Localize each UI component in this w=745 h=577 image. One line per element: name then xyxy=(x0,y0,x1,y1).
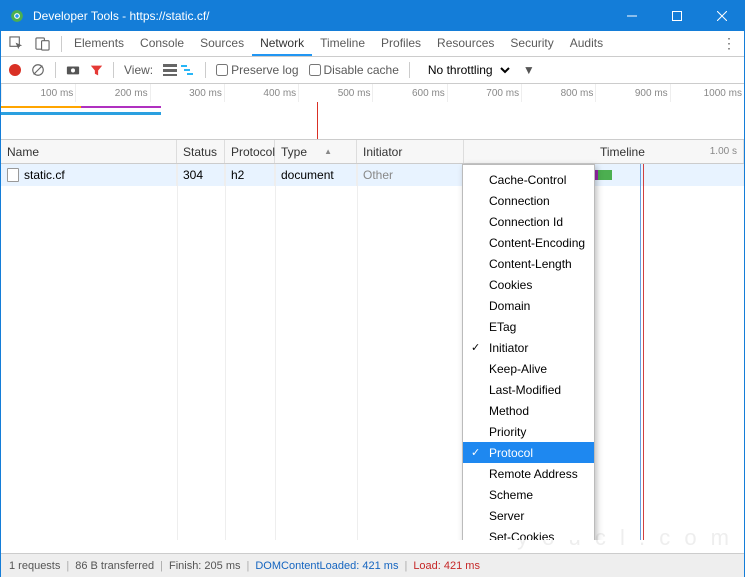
divider xyxy=(113,62,114,78)
tab-network[interactable]: Network xyxy=(252,31,312,56)
divider xyxy=(61,36,62,52)
tab-sources[interactable]: Sources xyxy=(192,31,252,56)
column-type[interactable]: Type xyxy=(275,140,357,163)
capture-screenshot-icon[interactable] xyxy=(66,64,80,76)
menu-item-keep-alive[interactable]: Keep-Alive xyxy=(463,358,594,379)
timeline-bar xyxy=(81,106,161,108)
preserve-log-checkbox[interactable]: Preserve log xyxy=(216,63,298,77)
tab-timeline[interactable]: Timeline xyxy=(312,31,373,56)
more-menu-icon[interactable]: ⋮ xyxy=(720,35,738,52)
window-title: Developer Tools - https://static.cf/ xyxy=(33,9,609,23)
cell-type: document xyxy=(275,164,357,186)
timeline-tick: 400 ms xyxy=(224,84,298,102)
timeline-bar xyxy=(1,112,161,115)
column-name[interactable]: Name xyxy=(1,140,177,163)
column-context-menu: Cache-ControlConnectionConnection IdCont… xyxy=(462,164,595,540)
status-transferred: 86 B transferred xyxy=(75,560,154,572)
load-marker xyxy=(317,102,318,139)
menu-item-priority[interactable]: Priority xyxy=(463,421,594,442)
timeline-header-label: Timeline xyxy=(600,145,645,159)
requests-table: Name Status Protocol Type Initiator Time… xyxy=(1,140,744,540)
table-row[interactable]: static.cf 304 h2 document Other xyxy=(1,164,744,186)
cell-status: 304 xyxy=(177,164,225,186)
clear-icon[interactable] xyxy=(31,63,45,77)
tab-audits[interactable]: Audits xyxy=(562,31,611,56)
tab-container: ElementsConsoleSourcesNetworkTimelinePro… xyxy=(66,31,611,56)
toggle-device-icon[interactable] xyxy=(33,35,51,53)
column-status[interactable]: Status xyxy=(177,140,225,163)
minimize-button[interactable] xyxy=(609,1,654,31)
timeline-overview[interactable]: 100 ms200 ms300 ms400 ms500 ms600 ms700 … xyxy=(1,84,744,140)
dropdown-icon[interactable]: ▼ xyxy=(523,63,535,77)
menu-item-server[interactable]: Server xyxy=(463,505,594,526)
menu-item-content-length[interactable]: Content-Length xyxy=(463,253,594,274)
divider xyxy=(55,62,56,78)
status-requests: 1 requests xyxy=(9,560,60,572)
divider xyxy=(409,62,410,78)
devtools-tabstrip: ElementsConsoleSourcesNetworkTimelinePro… xyxy=(1,31,744,57)
view-label: View: xyxy=(124,63,153,77)
tab-console[interactable]: Console xyxy=(132,31,192,56)
timeline-tick: 1000 ms xyxy=(670,84,744,102)
tab-elements[interactable]: Elements xyxy=(66,31,132,56)
waterfall-icon[interactable] xyxy=(181,63,195,77)
maximize-button[interactable] xyxy=(654,1,699,31)
cell-protocol: h2 xyxy=(225,164,275,186)
window-titlebar: Developer Tools - https://static.cf/ xyxy=(1,1,744,31)
column-timeline[interactable]: Timeline 1.00 s xyxy=(464,140,744,163)
timeline-header-right: 1.00 s xyxy=(710,146,737,157)
inspect-element-icon[interactable] xyxy=(7,35,25,53)
column-protocol[interactable]: Protocol xyxy=(225,140,275,163)
large-rows-icon[interactable] xyxy=(163,63,177,77)
close-button[interactable] xyxy=(699,1,744,31)
menu-item-etag[interactable]: ETag xyxy=(463,316,594,337)
menu-item-connection[interactable]: Connection xyxy=(463,190,594,211)
menu-item-domain[interactable]: Domain xyxy=(463,295,594,316)
chrome-devtools-icon xyxy=(9,8,25,24)
tab-security[interactable]: Security xyxy=(502,31,561,56)
menu-item-last-modified[interactable]: Last-Modified xyxy=(463,379,594,400)
tab-profiles[interactable]: Profiles xyxy=(373,31,429,56)
menu-item-remote-address[interactable]: Remote Address xyxy=(463,463,594,484)
menu-item-cookies[interactable]: Cookies xyxy=(463,274,594,295)
filter-icon[interactable] xyxy=(90,64,103,77)
column-initiator[interactable]: Initiator xyxy=(357,140,464,163)
timeline-tick: 900 ms xyxy=(595,84,669,102)
menu-item-connection-id[interactable]: Connection Id xyxy=(463,211,594,232)
cell-name: static.cf xyxy=(24,168,65,182)
record-button[interactable] xyxy=(9,64,21,76)
disable-cache-checkbox[interactable]: Disable cache xyxy=(309,63,399,77)
network-toolbar: View: Preserve log Disable cache No thro… xyxy=(1,57,744,84)
timeline-tick: 300 ms xyxy=(150,84,224,102)
load-line xyxy=(643,164,644,540)
timeline-tick: 800 ms xyxy=(521,84,595,102)
tab-resources[interactable]: Resources xyxy=(429,31,502,56)
status-dcl: DOMContentLoaded: 421 ms xyxy=(255,560,398,572)
status-finish: Finish: 205 ms xyxy=(169,560,241,572)
table-header: Name Status Protocol Type Initiator Time… xyxy=(1,140,744,164)
menu-item-cache-control[interactable]: Cache-Control xyxy=(463,169,594,190)
dcl-line xyxy=(640,164,641,540)
menu-item-content-encoding[interactable]: Content-Encoding xyxy=(463,232,594,253)
divider xyxy=(205,62,206,78)
cell-initiator: Other xyxy=(357,164,464,186)
timeline-bar xyxy=(1,106,81,108)
timeline-tick: 200 ms xyxy=(75,84,149,102)
timeline-tick: 500 ms xyxy=(298,84,372,102)
throttling-select[interactable]: No throttling xyxy=(420,61,513,79)
menu-item-protocol[interactable]: Protocol xyxy=(463,442,594,463)
window-buttons xyxy=(609,1,744,31)
table-body: static.cf 304 h2 document Other Cache-Co… xyxy=(1,164,744,540)
timeline-tick: 100 ms xyxy=(1,84,75,102)
file-icon xyxy=(7,168,19,182)
menu-item-method[interactable]: Method xyxy=(463,400,594,421)
menu-item-initiator[interactable]: Initiator xyxy=(463,337,594,358)
menu-item-scheme[interactable]: Scheme xyxy=(463,484,594,505)
status-load: Load: 421 ms xyxy=(413,560,480,572)
status-bar: 1 requests| 86 B transferred| Finish: 20… xyxy=(1,553,744,577)
menu-item-set-cookies[interactable]: Set-Cookies xyxy=(463,526,594,540)
timeline-tick: 700 ms xyxy=(447,84,521,102)
timeline-tick: 600 ms xyxy=(372,84,446,102)
